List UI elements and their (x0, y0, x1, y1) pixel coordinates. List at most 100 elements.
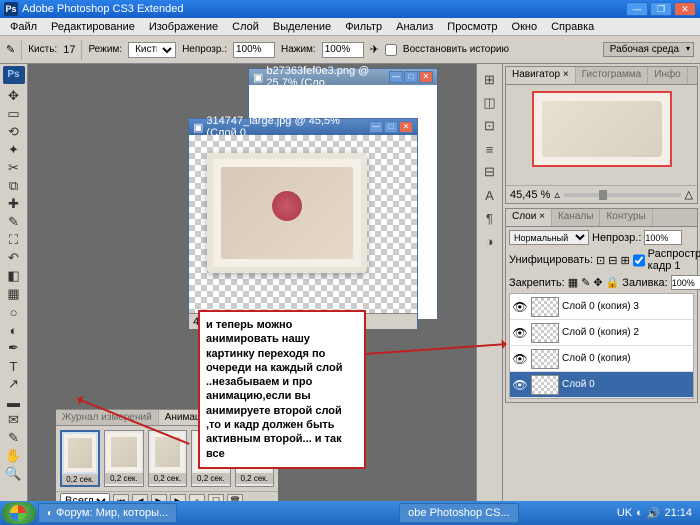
menu-view[interactable]: Просмотр (441, 19, 503, 35)
unify-icon-3[interactable]: ⊞ (620, 254, 629, 267)
menu-file[interactable]: Файл (4, 19, 43, 35)
lasso-tool[interactable]: ⟲ (3, 123, 25, 141)
pen-tool[interactable]: ✒ (3, 339, 25, 357)
unify-icon-1[interactable]: ⊡ (596, 254, 605, 267)
eyedropper-tool[interactable]: ✎ (3, 429, 25, 447)
layer-row-selected[interactable]: 👁Слой 0 (510, 372, 693, 398)
tray-lang[interactable]: UK (617, 507, 632, 519)
tab-channels[interactable]: Каналы (552, 209, 601, 226)
menu-edit[interactable]: Редактирование (45, 19, 141, 35)
rtool-5[interactable]: ⊟ (479, 161, 501, 183)
lock-trans-icon[interactable]: ▦ (568, 276, 578, 289)
brush-icon[interactable]: ✎ (6, 43, 15, 56)
rtool-8[interactable]: ◑ (479, 230, 501, 252)
doc1-minimize[interactable]: — (389, 71, 403, 83)
tab-navigator[interactable]: Навигатор × (506, 67, 576, 84)
rtool-7[interactable]: ¶ (479, 207, 501, 229)
wand-tool[interactable]: ✦ (3, 141, 25, 159)
ps-logo-icon: Ps (3, 66, 25, 84)
path-tool[interactable]: ↗ (3, 375, 25, 393)
marquee-tool[interactable]: ▭ (3, 105, 25, 123)
blend-mode-select[interactable]: Нормальный (509, 230, 589, 245)
lock-all-icon[interactable]: 🔒 (606, 276, 620, 289)
flow-input[interactable] (322, 42, 364, 58)
shape-tool[interactable]: ▬ (3, 393, 25, 411)
airbrush-icon[interactable]: ✈ (370, 43, 379, 56)
restore-label: Восстановить историю (403, 44, 509, 55)
minimize-button[interactable]: — (626, 2, 648, 16)
menu-filter[interactable]: Фильтр (339, 19, 388, 35)
lock-pos-icon[interactable]: ✥ (593, 276, 602, 289)
lock-pixel-icon[interactable]: ✎ (581, 276, 590, 289)
zoom-out-icon[interactable]: ▵ (554, 188, 560, 201)
layer-row[interactable]: 👁Слой 0 (копия) 2 (510, 320, 693, 346)
visibility-icon[interactable]: 👁 (512, 300, 528, 314)
layer-row[interactable]: 👁Слой 0 (копия) (510, 346, 693, 372)
doc2-minimize[interactable]: — (369, 121, 383, 133)
doc2-maximize[interactable]: □ (384, 121, 398, 133)
restore-history-checkbox[interactable] (385, 42, 397, 58)
navigator-thumbnail[interactable] (532, 91, 672, 167)
taskbar-item-2[interactable]: obe Photoshop CS... (399, 503, 519, 523)
tab-paths[interactable]: Контуры (600, 209, 652, 226)
menu-help[interactable]: Справка (545, 19, 600, 35)
brush-tool[interactable]: ✎ (3, 213, 25, 231)
menu-window[interactable]: Окно (506, 19, 544, 35)
tray-time[interactable]: 21:14 (664, 507, 692, 519)
layer-opacity-input[interactable] (644, 230, 682, 245)
document-window-2[interactable]: ▣314747_large.jpg @ 45,5% (Слой 0... —□✕… (188, 118, 418, 328)
frame-2[interactable]: 0,2 сек. (104, 430, 143, 487)
dodge-tool[interactable]: ◐ (3, 321, 25, 339)
visibility-icon[interactable]: 👁 (512, 352, 528, 366)
eraser-tool[interactable]: ◧ (3, 267, 25, 285)
doc1-maximize[interactable]: □ (404, 71, 418, 83)
nav-zoom-value[interactable]: 45,45 % (510, 189, 550, 201)
rtool-1[interactable]: ⊞ (479, 69, 501, 91)
stamp-tool[interactable]: ⛶ (3, 231, 25, 249)
taskbar-item-1[interactable]: ◐ Форум: Мир, которы... (38, 503, 177, 523)
visibility-icon[interactable]: 👁 (512, 326, 528, 340)
zoom-in-icon[interactable]: △ (685, 188, 693, 201)
layer-row[interactable]: 👁Слой 0 (копия) 3 (510, 294, 693, 320)
unify-icon-2[interactable]: ⊟ (608, 254, 617, 267)
tray-icon[interactable]: ◐ (636, 507, 643, 519)
doc2-close[interactable]: ✕ (399, 121, 413, 133)
close-button[interactable]: ✕ (674, 2, 696, 16)
hand-tool[interactable]: ✋ (3, 447, 25, 465)
zoom-slider[interactable] (564, 193, 681, 197)
menu-analysis[interactable]: Анализ (390, 19, 439, 35)
frame-1[interactable]: 0,2 сек. (60, 430, 100, 487)
fill-input[interactable] (671, 275, 700, 290)
menu-select[interactable]: Выделение (267, 19, 337, 35)
rtool-4[interactable]: ≡ (479, 138, 501, 160)
zoom-tool[interactable]: 🔍 (3, 465, 25, 483)
mode-select[interactable]: Кисть (128, 42, 176, 58)
start-button[interactable] (2, 502, 36, 524)
maximize-button[interactable]: ❐ (650, 2, 672, 16)
brush-size-value[interactable]: 17 (63, 44, 75, 56)
rtool-6[interactable]: A (479, 184, 501, 206)
crop-tool[interactable]: ✂ (3, 159, 25, 177)
rtool-2[interactable]: ◫ (479, 92, 501, 114)
tab-layers[interactable]: Слои × (506, 209, 552, 226)
gradient-tool[interactable]: ▦ (3, 285, 25, 303)
history-brush-tool[interactable]: ↶ (3, 249, 25, 267)
tab-histogram[interactable]: Гистограмма (576, 67, 649, 84)
type-tool[interactable]: T (3, 357, 25, 375)
move-tool[interactable]: ✥ (3, 87, 25, 105)
tab-info[interactable]: Инфо (648, 67, 688, 84)
menu-image[interactable]: Изображение (143, 19, 224, 35)
blur-tool[interactable]: ○ (3, 303, 25, 321)
heal-tool[interactable]: ✚ (3, 195, 25, 213)
menu-layer[interactable]: Слой (226, 19, 265, 35)
visibility-icon[interactable]: 👁 (512, 378, 528, 392)
doc1-close[interactable]: ✕ (419, 71, 433, 83)
propagate-checkbox[interactable] (633, 253, 645, 268)
workspace-dropdown[interactable]: Рабочая среда (603, 42, 694, 57)
slice-tool[interactable]: ⧉ (3, 177, 25, 195)
notes-tool[interactable]: ✉ (3, 411, 25, 429)
frame-3[interactable]: 0,2 сек. (148, 430, 187, 487)
opacity-input[interactable] (233, 42, 275, 58)
tray-icon[interactable]: 🔊 (647, 507, 661, 520)
rtool-3[interactable]: ⊡ (479, 115, 501, 137)
